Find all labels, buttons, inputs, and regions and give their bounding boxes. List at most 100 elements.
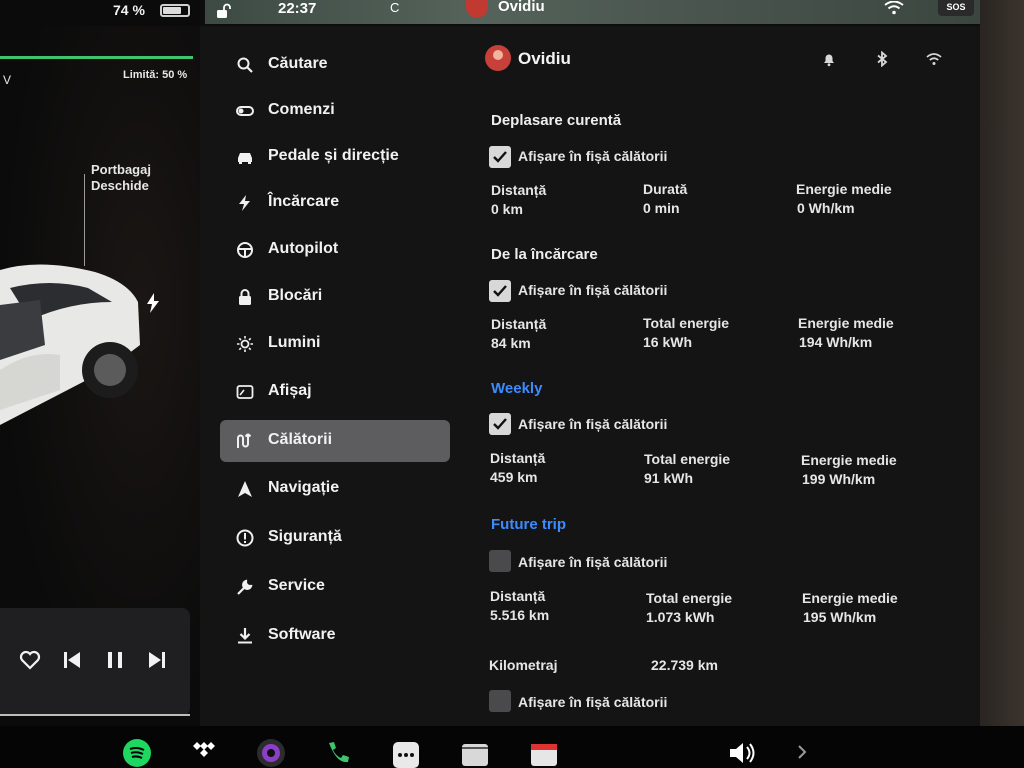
- checkbox-label: Afișare în fișă călătorii: [518, 416, 668, 432]
- menu-item-calatorii[interactable]: Călătorii: [220, 420, 450, 462]
- temperature: C: [390, 0, 400, 15]
- menu-item-siguranta[interactable]: Siguranță: [220, 517, 450, 559]
- checkmark-icon: [493, 285, 507, 297]
- next-track-icon[interactable]: [145, 648, 169, 672]
- user-name[interactable]: Ovidiu: [518, 49, 571, 69]
- map-preview-strip[interactable]: [205, 0, 980, 24]
- section-title: Deplasare curentă: [491, 112, 622, 129]
- menu-item-software[interactable]: Software: [220, 615, 450, 657]
- theater-icon[interactable]: [460, 738, 490, 768]
- phone-icon[interactable]: [323, 738, 353, 768]
- menu-item-label: Siguranță: [268, 528, 342, 545]
- lock-icon: [239, 289, 251, 305]
- show-in-trip-card-checkbox[interactable]: [489, 413, 511, 435]
- gear-indicator: V: [3, 73, 12, 87]
- status-left: 74 %: [0, 0, 200, 26]
- navigation-icon: [238, 481, 252, 497]
- sos-label: SOS: [946, 2, 966, 12]
- battery-percent: 74 %: [113, 2, 145, 18]
- menu-item-label: Service: [268, 577, 325, 594]
- stat-value: 0 km: [491, 201, 523, 217]
- alert-icon: [236, 529, 254, 547]
- menu-item-label: Comenzi: [268, 101, 335, 118]
- stat-label: Distanță: [491, 182, 547, 198]
- settings-menu: Căutare Comenzi Pedale și direcție Încăr…: [200, 26, 460, 726]
- more-apps-icon[interactable]: [392, 738, 422, 768]
- chevron-right-icon[interactable]: [790, 738, 820, 768]
- stat-label: Total energie: [643, 315, 730, 331]
- stat-label: Distanță: [490, 450, 546, 466]
- bell-icon[interactable]: [821, 51, 837, 67]
- menu-item-label: Încărcare: [268, 193, 340, 210]
- menu-item-comenzi[interactable]: Comenzi: [220, 90, 450, 132]
- charging-bolt-icon: [147, 293, 159, 313]
- media-progress-bar[interactable]: [0, 714, 190, 716]
- charge-indicator: [0, 56, 193, 59]
- trunk-action: Deschide: [91, 178, 149, 193]
- display-icon: [236, 385, 254, 399]
- stat-value: 199 Wh/km: [802, 471, 876, 487]
- stat-value: 194 Wh/km: [799, 334, 873, 350]
- menu-item-incarcare[interactable]: Încărcare: [220, 182, 450, 224]
- stat-value: 195 Wh/km: [803, 609, 877, 625]
- menu-item-label: Căutare: [268, 55, 328, 72]
- tidal-icon[interactable]: [189, 738, 219, 768]
- wifi-icon[interactable]: [926, 51, 942, 67]
- stat-value: 5.516 km: [490, 607, 550, 623]
- sun-icon: [237, 336, 253, 352]
- odometer-checkbox[interactable]: [489, 690, 511, 712]
- menu-item-cautare[interactable]: Căutare: [220, 44, 450, 86]
- menu-item-autopilot[interactable]: Autopilot: [220, 229, 450, 271]
- camera-icon[interactable]: [256, 738, 286, 768]
- menu-item-label: Lumini: [268, 334, 321, 351]
- stat-label: Durată: [643, 181, 688, 197]
- bolt-icon: [239, 195, 250, 211]
- show-in-trip-card-checkbox[interactable]: [489, 550, 511, 572]
- checkmark-icon: [493, 418, 507, 430]
- stat-label: Energie medie: [801, 452, 897, 468]
- status-bar: 74 % 22:37 C Ovidiu SOS: [0, 0, 1024, 26]
- unlock-icon[interactable]: [215, 3, 231, 19]
- trunk-control[interactable]: Portbagaj Deschide: [91, 162, 151, 194]
- menu-item-label: Afișaj: [268, 382, 312, 399]
- spotify-icon[interactable]: [122, 738, 152, 768]
- top-user-name[interactable]: Ovidiu: [498, 0, 545, 15]
- favorite-heart-icon[interactable]: [18, 648, 42, 672]
- menu-item-label: Blocări: [268, 287, 323, 304]
- show-in-trip-card-checkbox[interactable]: [489, 280, 511, 302]
- menu-item-label: Pedale și direcție: [268, 147, 399, 164]
- show-in-trip-card-checkbox[interactable]: [489, 146, 511, 168]
- charge-limit: Limită: 50 %: [123, 69, 188, 81]
- user-avatar[interactable]: [485, 45, 511, 71]
- sos-button[interactable]: SOS: [938, 0, 974, 16]
- calendar-icon[interactable]: [529, 738, 559, 768]
- section-title: Future trip: [491, 516, 566, 533]
- checkbox-label: Afișare în fișă călătorii: [518, 282, 668, 298]
- pause-icon[interactable]: [103, 648, 127, 672]
- section-title: De la încărcare: [491, 246, 598, 263]
- previous-track-icon[interactable]: [60, 648, 84, 672]
- menu-item-navigatie[interactable]: Navigație: [220, 468, 450, 510]
- wrench-icon: [237, 579, 253, 595]
- stat-label: Energie medie: [802, 590, 898, 606]
- clock: 22:37: [278, 0, 317, 17]
- search-icon: [237, 57, 253, 73]
- menu-item-pedale[interactable]: Pedale și direcție: [220, 136, 450, 178]
- bluetooth-icon[interactable]: [874, 51, 890, 67]
- odometer-label: Kilometraj: [489, 657, 558, 673]
- toggle-icon: [236, 106, 254, 116]
- checkbox-label: Afișare în fișă călătorii: [518, 694, 668, 710]
- volume-icon[interactable]: [727, 738, 757, 768]
- menu-item-blocari[interactable]: Blocări: [220, 276, 450, 318]
- menu-item-label: Autopilot: [268, 240, 339, 257]
- wifi-icon: [884, 1, 904, 15]
- menu-item-label: Călătorii: [268, 431, 333, 448]
- checkbox-label: Afișare în fișă călătorii: [518, 554, 668, 570]
- menu-item-lumini[interactable]: Lumini: [220, 323, 450, 365]
- car-icon: [238, 153, 252, 164]
- media-player: [0, 608, 190, 716]
- menu-item-label: Software: [268, 626, 336, 643]
- menu-item-service[interactable]: Service: [220, 566, 450, 608]
- stat-value: 84 km: [491, 335, 531, 351]
- menu-item-afisaj[interactable]: Afișaj: [220, 371, 450, 413]
